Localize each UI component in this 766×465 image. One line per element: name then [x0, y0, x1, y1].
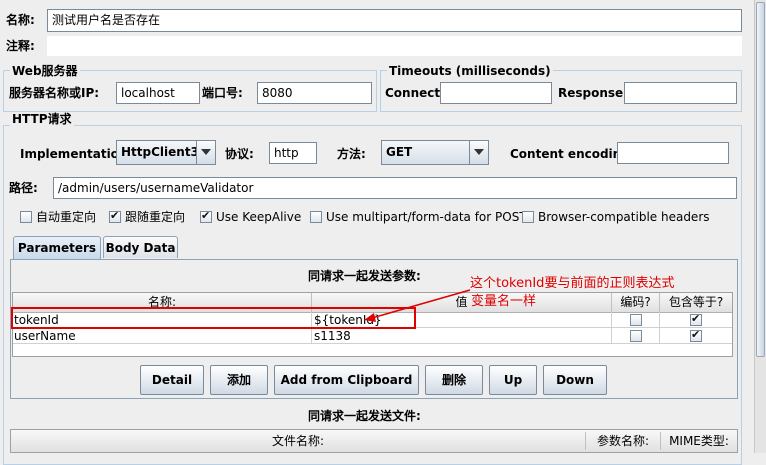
- name-input[interactable]: 测试用户名是否存在: [47, 9, 742, 32]
- implementation-select[interactable]: HttpClient3.1: [116, 140, 216, 165]
- chevron-down-icon[interactable]: [469, 141, 488, 164]
- add-from-clipboard-button[interactable]: Add from Clipboard: [274, 365, 419, 395]
- port-input[interactable]: 8080: [257, 82, 372, 104]
- auto-redirect-label: 自动重定向: [36, 210, 97, 224]
- follow-redirect-label: 跟随重定向: [125, 210, 186, 224]
- comment-input[interactable]: [47, 36, 742, 56]
- annotation-text-line1: 这个tokenId要与前面的正则表达式: [470, 276, 675, 291]
- method-value: GET: [386, 145, 413, 159]
- vertical-scrollbar[interactable]: [754, 0, 766, 453]
- row-encode-checkbox[interactable]: [630, 330, 642, 342]
- content-encoding-label: Content encoding:: [510, 147, 635, 161]
- scrollbar-thumb[interactable]: [756, 2, 765, 357]
- content-encoding-input[interactable]: [617, 142, 729, 164]
- table-row-value[interactable]: s1138: [314, 329, 351, 343]
- web-server-title: Web服务器: [10, 64, 80, 78]
- path-input[interactable]: /admin/users/usernameValidator: [53, 177, 737, 199]
- row-include-equals-checkbox[interactable]: [690, 328, 702, 342]
- connect-input[interactable]: [440, 82, 552, 104]
- annotation-arrow: [364, 289, 471, 322]
- protocol-input[interactable]: http: [269, 142, 317, 164]
- server-name-label: 服务器名称或IP:: [9, 86, 100, 100]
- method-select[interactable]: GET: [381, 140, 489, 165]
- auto-redirect-checkbox[interactable]: [20, 211, 32, 223]
- multipart-checkbox[interactable]: [310, 211, 322, 223]
- tab-parameters[interactable]: Parameters: [13, 236, 101, 260]
- keepalive-checkbox[interactable]: [200, 209, 212, 223]
- up-button[interactable]: Up: [489, 365, 537, 395]
- protocol-label: 协议:: [225, 147, 254, 161]
- delete-button[interactable]: 删除: [425, 365, 483, 395]
- down-button[interactable]: Down: [543, 365, 607, 395]
- port-label: 端口号:: [202, 86, 243, 100]
- add-button[interactable]: 添加: [210, 365, 268, 395]
- files-col-filename[interactable]: 文件名称:: [11, 432, 586, 450]
- chevron-down-icon[interactable]: [196, 141, 215, 164]
- name-label: 名称:: [6, 13, 35, 27]
- connect-label: Connect:: [385, 86, 445, 100]
- params-col-encode[interactable]: 编码?: [612, 293, 660, 312]
- row-include-equals-checkbox[interactable]: [690, 312, 702, 326]
- files-section-title: 同请求一起发送文件:: [308, 409, 421, 423]
- row-encode-checkbox[interactable]: [630, 314, 642, 326]
- files-col-param-name[interactable]: 参数名称:: [586, 432, 661, 450]
- detail-button[interactable]: Detail: [140, 365, 204, 395]
- annotation-highlight-box: [11, 307, 416, 329]
- follow-redirect-checkbox[interactable]: [109, 209, 121, 223]
- http-request-title: HTTP请求: [10, 112, 74, 126]
- server-name-input[interactable]: localhost: [116, 82, 200, 104]
- method-label: 方法:: [337, 147, 366, 161]
- browser-headers-checkbox[interactable]: [522, 211, 534, 223]
- params-col-include-equals[interactable]: 包含等于?: [660, 293, 732, 312]
- annotation-text-line2: 变量名一样: [471, 294, 537, 309]
- params-section-title: 同请求一起发送参数:: [308, 269, 421, 283]
- browser-headers-label: Browser-compatible headers: [538, 210, 710, 224]
- files-col-mime-type[interactable]: MIME类型:: [661, 432, 737, 450]
- response-input[interactable]: [624, 82, 737, 104]
- path-label: 路径:: [9, 181, 38, 195]
- tab-body-data[interactable]: Body Data: [103, 236, 178, 258]
- response-label: Response:: [558, 86, 628, 100]
- timeouts-title: Timeouts (milliseconds): [387, 64, 553, 78]
- comment-label: 注释:: [6, 39, 35, 53]
- table-row-name[interactable]: userName: [14, 329, 76, 343]
- multipart-label: Use multipart/form-data for POST: [326, 210, 527, 224]
- keepalive-label: Use KeepAlive: [216, 210, 302, 224]
